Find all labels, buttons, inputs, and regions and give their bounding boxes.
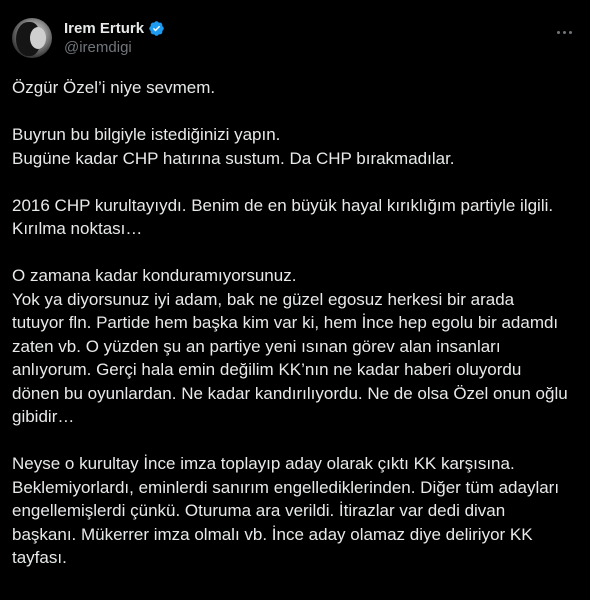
- paragraph: O zamana kadar konduramıyorsunuz. Yok ya…: [12, 264, 578, 429]
- text-line: Özgür Özel’i niye sevmem.: [12, 78, 216, 97]
- text-line: Kırılma noktası…: [12, 219, 143, 238]
- text-line: zaten vb. O yüzden şu an partiye yeni ıs…: [12, 336, 501, 356]
- paragraph: Neyse o kurultay İnce imza toplayıp aday…: [12, 452, 578, 570]
- verified-badge-icon: [149, 20, 164, 36]
- text-line: 2016 CHP kurultayıydı. Benim de en büyük…: [12, 195, 554, 215]
- author-info: Irem Erturk @iremdigi: [64, 18, 165, 56]
- avatar-face: [30, 27, 46, 49]
- paragraph: Özgür Özel’i niye sevmem.: [12, 76, 578, 100]
- paragraph: 2016 CHP kurultayıydı. Benim de en büyük…: [12, 194, 578, 241]
- more-dot: [556, 30, 560, 34]
- text-line: Neyse o kurultay İnce imza toplayıp aday…: [12, 454, 515, 473]
- text-line: anlıyorum. Gerçi hala emin değilim KK’nı…: [12, 360, 522, 379]
- text-line: dönen bu oyunlardan. Ne kadar kandırılıy…: [12, 383, 568, 403]
- text-line: engellemişlerdi çünkü. Oturuma ara veril…: [12, 501, 506, 520]
- text-line: tutuyor fln. Partide hem başka kim var k…: [12, 313, 559, 332]
- text-line: Bugüne kadar CHP hatırına sustum. Da CHP…: [12, 148, 455, 168]
- tweet-header: Irem Erturk @iremdigi: [12, 16, 578, 62]
- text-line: başkanı. Mükerrer imza olmalı vb. İnce a…: [12, 524, 533, 544]
- more-dot: [568, 30, 572, 34]
- text-line: gibidir…: [12, 407, 75, 426]
- tweet-text: Özgür Özel’i niye sevmem. Buyrun bu bilg…: [12, 76, 578, 593]
- display-name[interactable]: Irem Erturk: [64, 20, 144, 37]
- tweet-container: Irem Erturk @iremdigi Özgür Özel’i niye …: [0, 0, 590, 600]
- handle[interactable]: @iremdigi: [64, 39, 165, 56]
- name-row: Irem Erturk: [64, 18, 165, 38]
- paragraph: Buyrun bu bilgiyle istediğinizi yapın. B…: [12, 123, 578, 170]
- text-line: Buyrun bu bilgiyle istediğinizi yapın.: [12, 125, 281, 144]
- more-options-icon[interactable]: [554, 22, 574, 42]
- text-line: tayfası.: [12, 548, 67, 567]
- text-line: Yok ya diyorsunuz iyi adam, bak ne güzel…: [12, 289, 515, 309]
- avatar[interactable]: [12, 18, 52, 58]
- more-dot: [562, 30, 566, 34]
- text-line: Beklemiyorlardı, eminlerdi sanırım engel…: [12, 477, 560, 497]
- text-line: O zamana kadar konduramıyorsunuz.: [12, 266, 297, 285]
